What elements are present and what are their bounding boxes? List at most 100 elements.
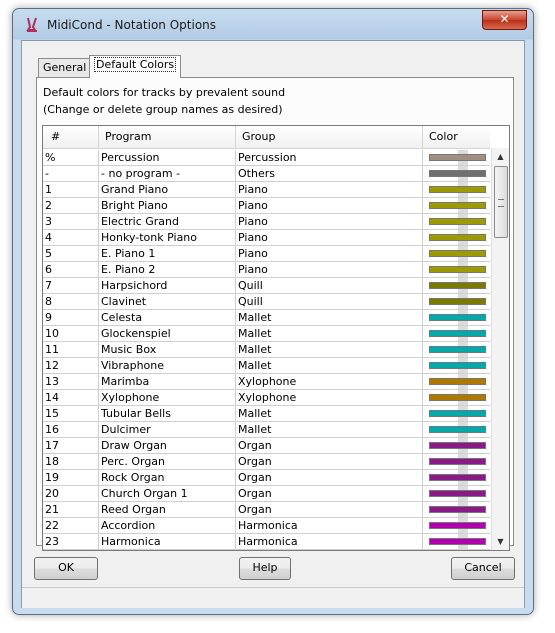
row-number[interactable]: 15 xyxy=(43,406,99,421)
color-swatch[interactable] xyxy=(429,186,486,193)
row-number[interactable]: 10 xyxy=(43,326,99,341)
color-cell[interactable] xyxy=(423,230,490,245)
color-cell[interactable] xyxy=(423,438,490,453)
table-row[interactable]: 1 Grand Piano Piano xyxy=(43,182,490,198)
row-number[interactable]: 19 xyxy=(43,470,99,485)
group-cell[interactable]: Organ xyxy=(236,454,423,469)
color-swatch[interactable] xyxy=(429,314,486,321)
row-number[interactable]: 23 xyxy=(43,534,99,549)
row-number[interactable]: 22 xyxy=(43,518,99,533)
table-row[interactable]: % Percussion Percussion xyxy=(43,150,490,166)
program-cell[interactable]: Electric Grand xyxy=(99,214,236,229)
program-cell[interactable]: Harpsichord xyxy=(99,278,236,293)
program-cell[interactable]: Rock Organ xyxy=(99,470,236,485)
cancel-button[interactable]: Cancel xyxy=(451,557,515,580)
group-cell[interactable]: Mallet xyxy=(236,326,423,341)
table-row[interactable]: 12 Vibraphone Mallet xyxy=(43,358,490,374)
color-cell[interactable] xyxy=(423,518,490,533)
table-row[interactable]: 3 Electric Grand Piano xyxy=(43,214,490,230)
color-cell[interactable] xyxy=(423,166,490,181)
program-cell[interactable]: Clavinet xyxy=(99,294,236,309)
group-cell[interactable]: Piano xyxy=(236,182,423,197)
header-program[interactable]: Program xyxy=(99,126,236,148)
color-cell[interactable] xyxy=(423,278,490,293)
color-cell[interactable] xyxy=(423,262,490,277)
program-cell[interactable]: E. Piano 2 xyxy=(99,262,236,277)
program-cell[interactable]: Harmonica xyxy=(99,534,236,549)
group-cell[interactable]: Percussion xyxy=(236,150,423,165)
group-cell[interactable]: Piano xyxy=(236,246,423,261)
color-cell[interactable] xyxy=(423,390,490,405)
table-row[interactable]: -- no program - Others xyxy=(43,166,490,182)
color-cell[interactable] xyxy=(423,246,490,261)
row-number[interactable]: 5 xyxy=(43,246,99,261)
color-cell[interactable] xyxy=(423,374,490,389)
color-cell[interactable] xyxy=(423,502,490,517)
table-row[interactable]: 21 Reed Organ Organ xyxy=(43,502,490,518)
table-row[interactable]: 5 E. Piano 1 Piano xyxy=(43,246,490,262)
program-cell[interactable]: Reed Organ xyxy=(99,502,236,517)
table-row[interactable]: 6 E. Piano 2 Piano xyxy=(43,262,490,278)
color-swatch[interactable] xyxy=(429,474,486,481)
group-cell[interactable]: Organ xyxy=(236,486,423,501)
row-number[interactable]: 14 xyxy=(43,390,99,405)
color-swatch[interactable] xyxy=(429,170,486,177)
program-cell[interactable]: Church Organ 1 xyxy=(99,486,236,501)
color-swatch[interactable] xyxy=(429,362,486,369)
group-cell[interactable]: Xylophone xyxy=(236,374,423,389)
row-number[interactable]: 1 xyxy=(43,182,99,197)
color-swatch[interactable] xyxy=(429,442,486,449)
table-row[interactable]: 20 Church Organ 1 Organ xyxy=(43,486,490,502)
program-cell[interactable]: Tubular Bells xyxy=(99,406,236,421)
color-swatch[interactable] xyxy=(429,202,486,209)
color-swatch[interactable] xyxy=(429,394,486,401)
color-cell[interactable] xyxy=(423,470,490,485)
group-cell[interactable]: Mallet xyxy=(236,358,423,373)
program-cell[interactable]: Marimba xyxy=(99,374,236,389)
group-cell[interactable]: Piano xyxy=(236,230,423,245)
header-num[interactable]: # xyxy=(43,126,99,148)
program-cell[interactable]: Grand Piano xyxy=(99,182,236,197)
color-swatch[interactable] xyxy=(429,378,486,385)
color-cell[interactable] xyxy=(423,150,490,165)
color-cell[interactable] xyxy=(423,406,490,421)
program-cell[interactable]: Music Box xyxy=(99,342,236,357)
row-number[interactable]: 4 xyxy=(43,230,99,245)
table-row[interactable]: 19 Rock Organ Organ xyxy=(43,470,490,486)
table-row[interactable]: 18 Perc. Organ Organ xyxy=(43,454,490,470)
table-row[interactable]: 9 Celesta Mallet xyxy=(43,310,490,326)
row-number[interactable]: 12 xyxy=(43,358,99,373)
scroll-up-arrow-icon[interactable]: ▲ xyxy=(492,148,509,165)
group-cell[interactable]: Quill xyxy=(236,294,423,309)
color-cell[interactable] xyxy=(423,534,490,549)
row-number[interactable]: % xyxy=(43,150,99,165)
program-cell[interactable]: - no program - xyxy=(99,166,236,181)
tab-default-colors[interactable]: Default Colors xyxy=(89,55,182,78)
table-row[interactable]: 4 Honky-tonk Piano Piano xyxy=(43,230,490,246)
color-cell[interactable] xyxy=(423,310,490,325)
row-number[interactable]: 18 xyxy=(43,454,99,469)
vertical-scrollbar[interactable]: ▲ ▼ xyxy=(491,148,509,550)
row-number[interactable]: - xyxy=(43,166,99,181)
group-cell[interactable]: Xylophone xyxy=(236,390,423,405)
color-cell[interactable] xyxy=(423,294,490,309)
table-row[interactable]: 14 Xylophone Xylophone xyxy=(43,390,490,406)
program-cell[interactable]: Xylophone xyxy=(99,390,236,405)
color-cell[interactable] xyxy=(423,422,490,437)
group-cell[interactable]: Piano xyxy=(236,262,423,277)
row-number[interactable]: 11 xyxy=(43,342,99,357)
color-swatch[interactable] xyxy=(429,330,486,337)
color-swatch[interactable] xyxy=(429,538,486,545)
table-row[interactable]: 10 Glockenspiel Mallet xyxy=(43,326,490,342)
row-number[interactable]: 7 xyxy=(43,278,99,293)
color-swatch[interactable] xyxy=(429,218,486,225)
color-swatch[interactable] xyxy=(429,490,486,497)
program-cell[interactable]: Perc. Organ xyxy=(99,454,236,469)
group-cell[interactable]: Harmonica xyxy=(236,534,423,549)
table-row[interactable]: 15 Tubular Bells Mallet xyxy=(43,406,490,422)
header-color[interactable]: Color xyxy=(423,126,490,148)
program-cell[interactable]: Glockenspiel xyxy=(99,326,236,341)
group-cell[interactable]: Quill xyxy=(236,278,423,293)
group-cell[interactable]: Mallet xyxy=(236,422,423,437)
scroll-thumb[interactable] xyxy=(494,166,508,238)
